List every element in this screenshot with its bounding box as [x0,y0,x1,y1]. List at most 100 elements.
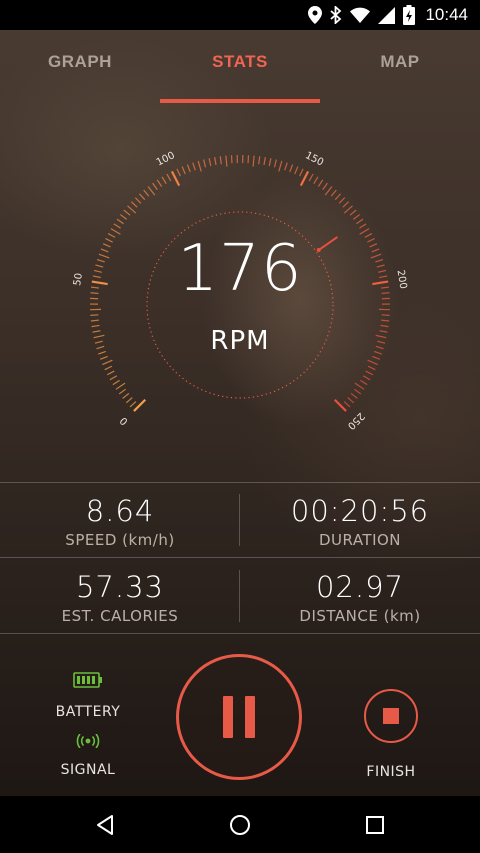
signal-icon [378,6,396,24]
gauge-tick [343,401,351,408]
gauge-tick [353,388,362,395]
gauge-tick [252,155,255,167]
pause-icon [223,696,233,738]
gauge-tick [147,186,156,196]
calories-stat: 57.33 EST. CALORIES [0,570,240,625]
battery-icon [38,672,138,688]
gauge-tick [354,382,365,390]
gauge-tick [338,197,346,204]
gauge-tick [106,370,115,376]
gauge-tick [360,379,368,386]
gauge-tick [138,193,146,201]
calories-label: EST. CALORIES [61,607,179,625]
pause-button[interactable] [176,654,302,780]
gauge-tick [367,359,378,366]
calories-value: 57.33 [75,570,165,604]
rpm-value: 176 [177,232,303,306]
gauge-tick [170,170,181,187]
distance-stat: 02.97 DISTANCE (km) [240,570,480,625]
back-icon[interactable] [90,810,120,840]
gauge-tick [130,201,138,208]
status-bar: 10:44 [0,0,480,30]
navigation-bar [0,796,480,853]
signal-indicator: SIGNAL [38,734,138,778]
gauge-tick [181,166,186,175]
home-icon[interactable] [225,810,255,840]
gauge-tick [268,158,272,167]
gauge-tick [125,397,133,404]
tab-stats[interactable]: STATS [160,52,320,72]
gauge-tick [225,155,228,167]
gauge-tick [317,179,324,187]
finish-button[interactable] [364,689,418,743]
gauge-tick [161,176,167,185]
gauge-tick [294,166,299,175]
gauge-tick [90,314,99,316]
gauge-tick [381,319,390,322]
distance-label: DISTANCE (km) [299,607,421,625]
speed-label: SPEED (km/h) [65,531,175,549]
active-tab-indicator [160,99,320,103]
gauge-tick [342,201,350,208]
gauge-tick [343,205,353,214]
duration-value: 00:20:56 [290,494,430,528]
gauge-tick [356,218,364,225]
speed-stat: 8.64 SPEED (km/h) [0,494,240,549]
recents-icon[interactable] [360,810,390,840]
gauge-tick [289,164,294,173]
rpm-gauge: 0 50 100 150 200 250 176 RPM [60,130,420,450]
gauge-tick [308,173,314,182]
gauge-tick [99,355,108,360]
speed-value: 8.64 [85,494,155,528]
gauge-tick-label: 100 [155,150,177,168]
gauge-tick [116,218,124,225]
gauge-tick [273,159,277,168]
gauge-tick [313,176,319,185]
pause-icon [245,696,255,738]
gauge-tick-label: 150 [303,150,325,168]
gauge-tick-label: 0 [118,414,130,426]
tab-map[interactable]: MAP [320,52,480,72]
battery-indicator: BATTERY [38,672,138,720]
gauge-tick [143,189,150,197]
gauge-tick [322,182,328,190]
divider [0,482,480,483]
duration-label: DURATION [318,531,402,549]
gauge-tick [152,182,158,190]
gauge-tick [278,160,283,172]
gauge-tick [166,173,172,182]
gauge-tick [347,397,355,404]
gauge-tick [372,355,381,360]
gauge-tick [123,209,131,216]
gauge-tick-label: 250 [345,410,366,431]
gauge-tick [186,164,191,173]
gauge-tick [102,359,113,366]
location-icon [308,6,323,24]
gauge-tick [112,379,120,386]
stop-icon [383,708,399,724]
gauge-tick [118,388,127,395]
gauge-tick [365,370,374,376]
gauge-tick [359,223,367,229]
gauge-tick [104,365,113,371]
finish-label-wrap: FINISH [341,764,441,780]
gauge-tick [334,193,342,201]
tab-graph[interactable]: GRAPH [0,52,160,72]
gauge-tick [330,189,337,197]
signal-strength-icon [38,734,138,748]
gauge-tick [122,392,130,399]
tab-bar: GRAPH STATS MAP [0,30,480,104]
gauge-tick [352,214,361,220]
gauge-tick [284,162,288,171]
bluetooth-icon [330,6,342,24]
gauge-tick [156,179,163,187]
gauge-tick [324,186,333,196]
gauge-tick [299,168,304,177]
finish-label: FINISH [366,764,416,780]
gauge-tick [134,197,142,204]
gauge-tick [176,168,181,177]
gauge-tick [208,158,212,167]
gauge-tick [367,365,376,371]
gauge-tick [203,159,207,168]
gauge-tick [214,157,217,166]
